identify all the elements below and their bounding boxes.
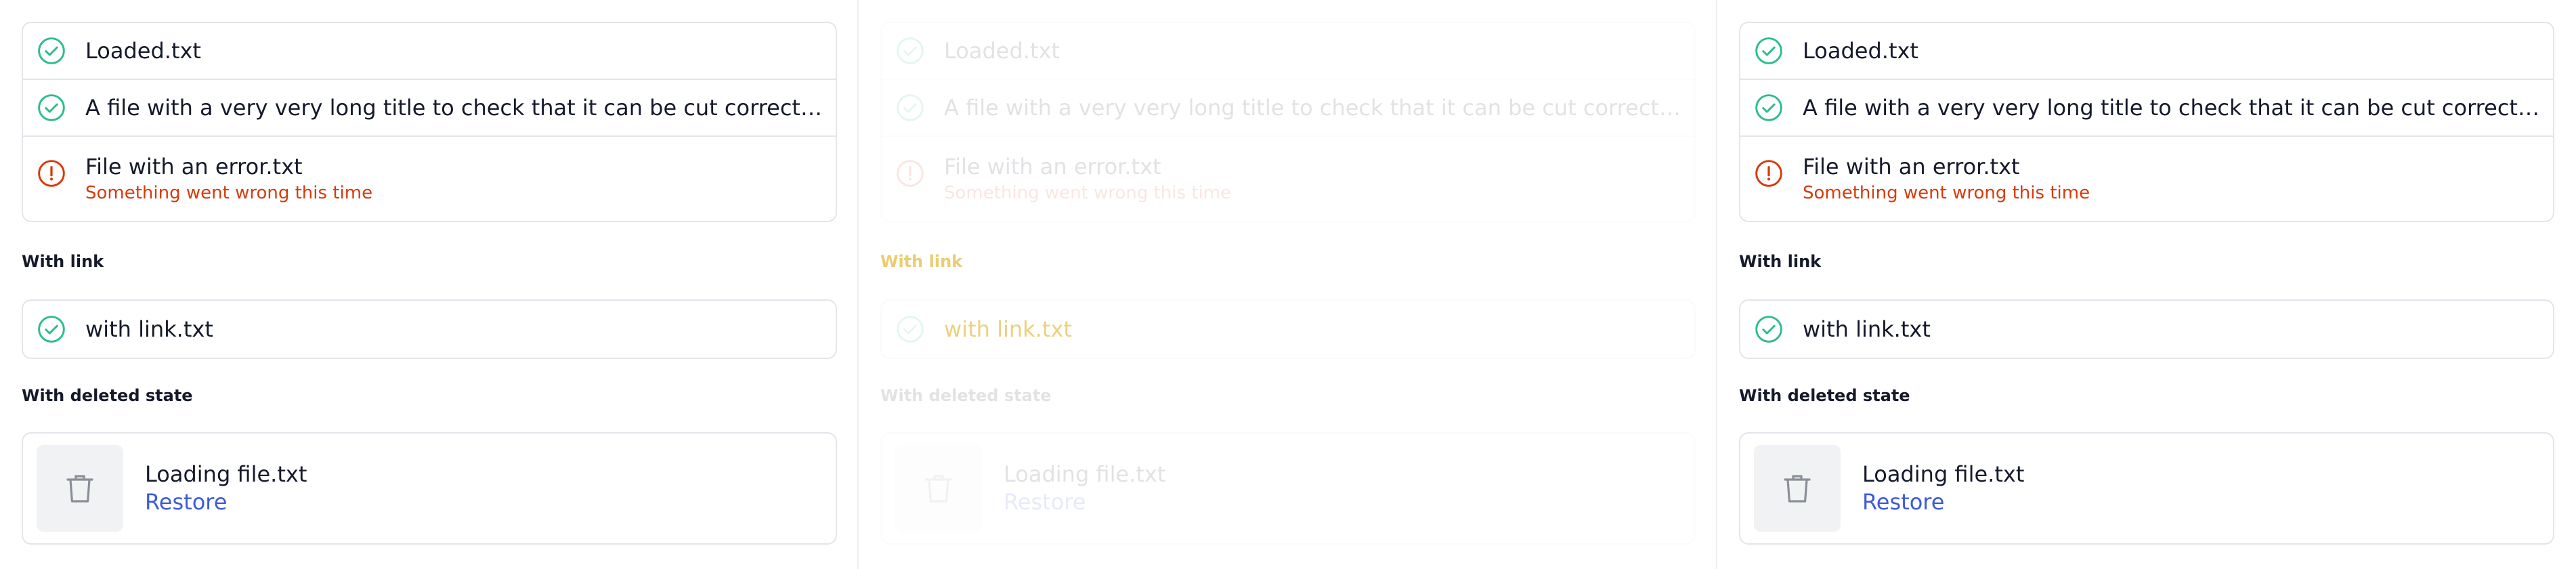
- file-name: File with an error.txt: [1803, 154, 2020, 180]
- file-name: Loaded.txt: [944, 38, 1060, 64]
- restore-link[interactable]: Restore: [1862, 488, 2024, 516]
- section-label-with-link: With link: [22, 252, 104, 271]
- file-item-error[interactable]: File with an error.txt Something went wr…: [1740, 137, 2553, 221]
- error-message: Something went wrong this time: [1803, 183, 2090, 203]
- error-message: Something went wrong this time: [944, 183, 1232, 203]
- file-name: A file with a very very long title to ch…: [85, 95, 822, 121]
- file-name: File with an error.txt: [85, 154, 303, 180]
- restore-link: Restore: [1004, 489, 1086, 515]
- section-label-with-link: With link: [1739, 252, 1822, 271]
- error-message: Something went wrong this time: [85, 183, 373, 203]
- deleted-file-name: Loading file.txt: [1862, 461, 2025, 487]
- deleted-file-card: Loading file.txt Restore: [22, 432, 837, 545]
- file-name: Loaded.txt: [85, 38, 201, 64]
- trash-icon: [37, 445, 123, 532]
- check-circle-icon: [895, 36, 925, 66]
- file-name: File with an error.txt: [944, 154, 1161, 180]
- file-name: A file with a very very long title to ch…: [944, 95, 1681, 121]
- file-link[interactable]: with link.txt: [85, 316, 213, 343]
- file-item-link[interactable]: with link.txt: [1740, 301, 2553, 358]
- check-circle-icon: [1754, 93, 1784, 123]
- file-item: Loaded.txt: [882, 23, 1694, 80]
- file-list-panel-2: Loaded.txt A file with a very very long …: [859, 0, 1717, 569]
- file-item-link[interactable]: with link.txt: [23, 301, 836, 358]
- file-list-panel-1: Loaded.txt A file with a very very long …: [0, 0, 859, 569]
- file-item-error[interactable]: File with an error.txt Something went wr…: [23, 137, 836, 221]
- trash-icon: [1754, 445, 1841, 532]
- alert-circle-icon: [895, 159, 925, 188]
- check-circle-icon: [1754, 36, 1784, 66]
- check-circle-icon: [37, 93, 66, 123]
- section-label-deleted: With deleted state: [22, 386, 193, 405]
- link-file-list: with link.txt: [1739, 299, 2554, 359]
- link-file-list: with link.txt: [22, 299, 837, 359]
- link-file-list: with link.txt: [880, 299, 1696, 359]
- file-list: Loaded.txt A file with a very very long …: [22, 22, 837, 222]
- check-circle-icon: [1754, 314, 1784, 344]
- deleted-file-card: Loading file.txt Restore: [880, 432, 1696, 545]
- panel-divider: [1716, 0, 1717, 569]
- file-list-panel-3: Loaded.txt A file with a very very long …: [1717, 0, 2576, 569]
- alert-circle-icon: [1754, 159, 1784, 188]
- check-circle-icon: [37, 36, 66, 66]
- section-label-with-link: With link: [880, 252, 963, 271]
- check-circle-icon: [37, 314, 66, 344]
- file-item[interactable]: Loaded.txt: [1740, 23, 2553, 80]
- check-circle-icon: [895, 93, 925, 123]
- section-label-deleted: With deleted state: [880, 386, 1052, 405]
- file-item[interactable]: A file with a very very long title to ch…: [1740, 80, 2553, 137]
- file-item-link: with link.txt: [882, 301, 1694, 358]
- deleted-file-name: Loading file.txt: [145, 461, 307, 487]
- deleted-file-card: Loading file.txt Restore: [1739, 432, 2554, 545]
- file-link[interactable]: with link.txt: [1803, 316, 1931, 343]
- file-item[interactable]: A file with a very very long title to ch…: [23, 80, 836, 137]
- check-circle-icon: [895, 314, 925, 344]
- file-item[interactable]: Loaded.txt: [23, 23, 836, 80]
- file-name: A file with a very very long title to ch…: [1803, 95, 2539, 121]
- deleted-file-name: Loading file.txt: [1004, 461, 1166, 487]
- file-list: Loaded.txt A file with a very very long …: [880, 22, 1696, 222]
- file-item: A file with a very very long title to ch…: [882, 80, 1694, 137]
- file-link: with link.txt: [944, 316, 1072, 342]
- trash-icon: [895, 445, 982, 532]
- restore-link[interactable]: Restore: [145, 488, 307, 516]
- file-name: Loaded.txt: [1803, 38, 1918, 64]
- alert-circle-icon: [37, 159, 66, 188]
- panel-divider: [857, 0, 859, 569]
- file-list: Loaded.txt A file with a very very long …: [1739, 22, 2554, 222]
- section-label-deleted: With deleted state: [1739, 386, 1910, 405]
- file-item-error: File with an error.txt Something went wr…: [882, 137, 1694, 221]
